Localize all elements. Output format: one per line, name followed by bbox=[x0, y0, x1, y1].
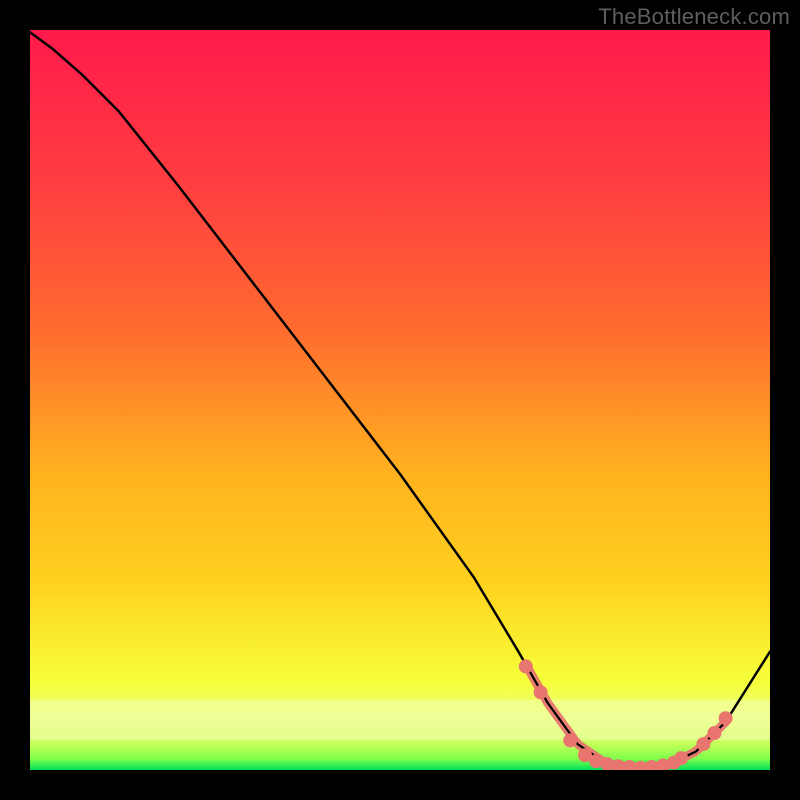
plot-area bbox=[30, 30, 770, 770]
chart-svg bbox=[30, 30, 770, 770]
data-marker bbox=[708, 727, 721, 740]
pale-band bbox=[30, 700, 770, 741]
data-marker bbox=[564, 734, 577, 747]
data-marker bbox=[719, 712, 732, 725]
chart-frame: TheBottleneck.com bbox=[0, 0, 800, 800]
data-marker bbox=[519, 660, 532, 673]
watermark-text: TheBottleneck.com bbox=[598, 4, 790, 30]
data-marker bbox=[697, 738, 710, 751]
data-marker bbox=[675, 752, 688, 765]
data-marker bbox=[534, 686, 547, 699]
